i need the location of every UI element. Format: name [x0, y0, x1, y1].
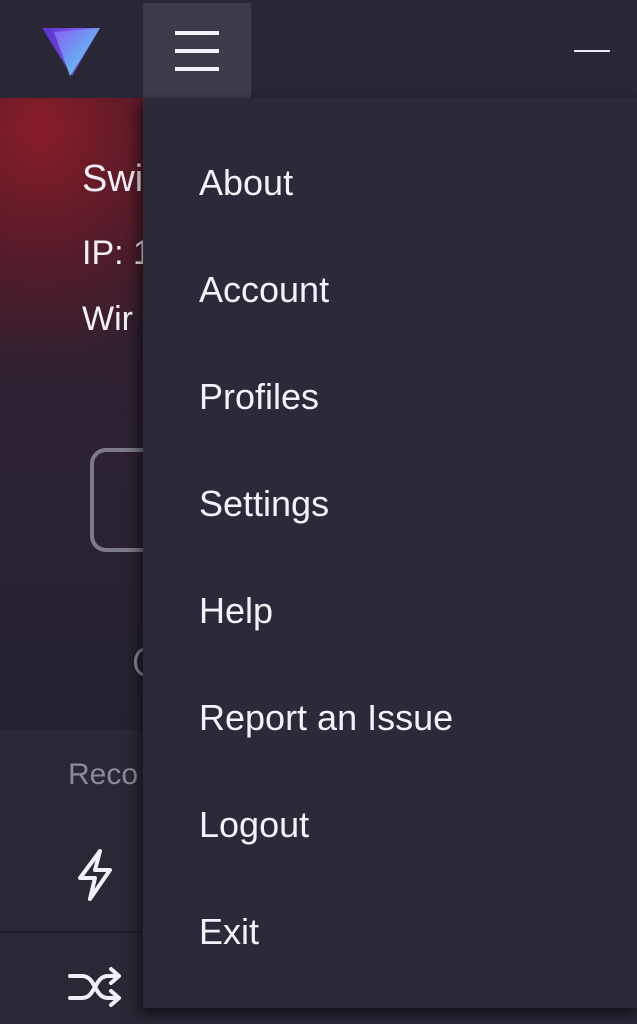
- menu-item-about[interactable]: About: [143, 129, 637, 236]
- menu-item-profiles[interactable]: Profiles: [143, 343, 637, 450]
- top-bar: [0, 0, 637, 98]
- status-protocol: Wir: [82, 300, 133, 338]
- menu-item-label: Settings: [199, 482, 330, 524]
- hamburger-menu-icon[interactable]: [143, 3, 251, 98]
- minimize-button[interactable]: [562, 22, 622, 78]
- menu-item-label: About: [199, 161, 294, 203]
- menu-item-exit[interactable]: Exit: [143, 878, 637, 985]
- menu-item-help[interactable]: Help: [143, 557, 637, 664]
- menu-item-label: Account: [199, 268, 330, 310]
- shuffle-icon[interactable]: [66, 966, 124, 1008]
- hamburger-line: [175, 49, 219, 53]
- menu-item-label: Exit: [199, 910, 260, 952]
- menu-item-label: Logout: [199, 803, 310, 845]
- vpn-app-window: Swi IP: 1 Wir Reco About Account Profile…: [0, 0, 637, 1024]
- main-menu-dropdown: About Account Profiles Settings Help Rep…: [143, 98, 637, 1008]
- menu-item-label: Report an Issue: [199, 696, 454, 738]
- menu-item-label: Help: [199, 589, 274, 631]
- menu-item-report-issue[interactable]: Report an Issue: [143, 664, 637, 771]
- hamburger-line: [175, 67, 219, 71]
- minimize-icon: [574, 50, 610, 52]
- proton-vpn-logo-icon: [42, 28, 100, 76]
- hamburger-line: [175, 31, 219, 35]
- menu-item-account[interactable]: Account: [143, 236, 637, 343]
- menu-item-logout[interactable]: Logout: [143, 771, 637, 878]
- lightning-icon[interactable]: [70, 848, 120, 902]
- status-ip-address: IP: 1: [82, 234, 152, 272]
- menu-item-settings[interactable]: Settings: [143, 450, 637, 557]
- menu-item-label: Profiles: [199, 375, 320, 417]
- status-country: Swi: [82, 158, 144, 200]
- recommended-label: Reco: [68, 758, 139, 791]
